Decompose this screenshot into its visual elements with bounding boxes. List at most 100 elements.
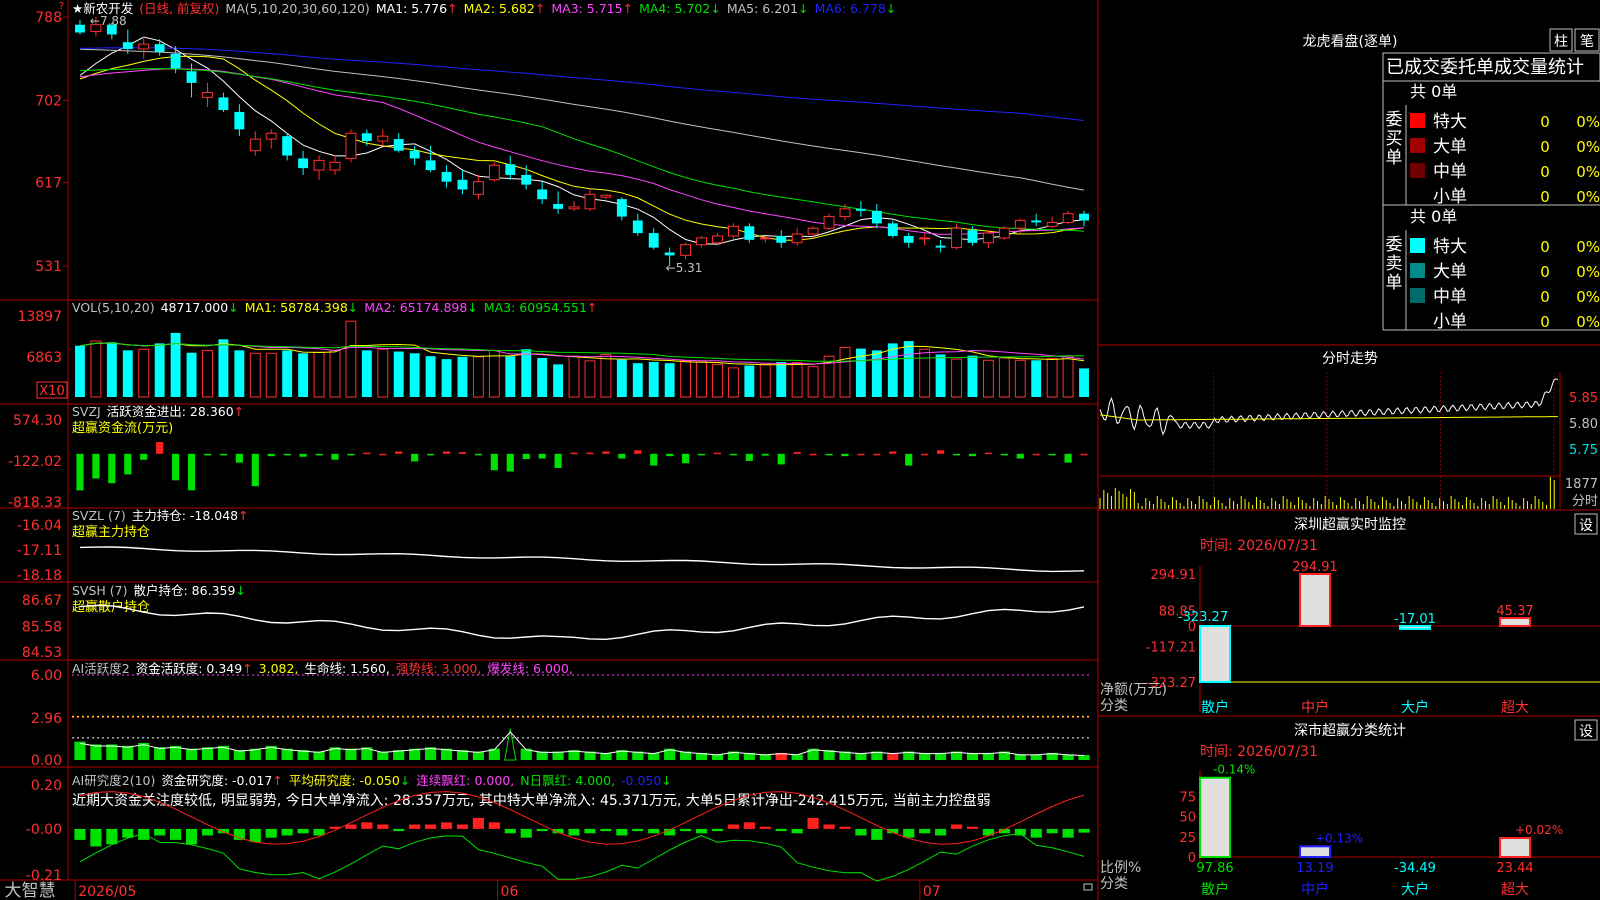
candle-down[interactable] bbox=[170, 53, 181, 69]
svzj-bar[interactable] bbox=[841, 453, 849, 457]
research-bar[interactable] bbox=[966, 826, 979, 829]
svzj-bar[interactable] bbox=[602, 451, 610, 454]
volume-bar-up[interactable] bbox=[345, 320, 357, 398]
research-bar[interactable] bbox=[217, 828, 229, 834]
svzj-bar[interactable] bbox=[76, 453, 84, 491]
volume-bar-up[interactable] bbox=[313, 351, 325, 398]
volume-bar-up[interactable] bbox=[265, 352, 277, 398]
volume-bar-up[interactable] bbox=[1046, 358, 1058, 398]
volume-bar-down[interactable] bbox=[776, 362, 787, 397]
research-bar[interactable] bbox=[935, 828, 947, 836]
volume-bar-down[interactable] bbox=[744, 365, 755, 397]
volume-bar-down[interactable] bbox=[664, 363, 675, 397]
volume-bar-up[interactable] bbox=[759, 363, 771, 398]
candle-down[interactable] bbox=[935, 245, 946, 248]
volume-bar-down[interactable] bbox=[154, 343, 165, 397]
candle-down[interactable] bbox=[75, 24, 85, 33]
candle-up[interactable] bbox=[313, 159, 325, 171]
candle-up[interactable] bbox=[568, 206, 580, 210]
volume-bar-up[interactable] bbox=[600, 353, 612, 398]
research-bar[interactable] bbox=[393, 828, 405, 832]
candle-down[interactable] bbox=[298, 158, 309, 169]
candle-up[interactable] bbox=[584, 193, 596, 210]
svzj-bar[interactable] bbox=[570, 452, 578, 455]
volume-bar-down[interactable] bbox=[409, 353, 420, 397]
candle-down[interactable] bbox=[457, 179, 468, 190]
volume-bar-down[interactable] bbox=[393, 351, 404, 397]
svzj-bar[interactable] bbox=[745, 453, 753, 461]
svzj-bar[interactable] bbox=[522, 453, 530, 460]
candle-down[interactable] bbox=[664, 252, 675, 256]
candle-up[interactable] bbox=[1014, 219, 1026, 229]
svzj-bar[interactable] bbox=[395, 451, 403, 454]
research-bar[interactable] bbox=[170, 828, 182, 840]
svzj-bar[interactable] bbox=[937, 450, 945, 454]
svzj-bar[interactable] bbox=[905, 453, 913, 466]
svzj-bar[interactable] bbox=[1016, 453, 1024, 459]
research-bar[interactable] bbox=[1030, 828, 1042, 838]
svzj-bar[interactable] bbox=[634, 450, 642, 454]
svzj-bar[interactable] bbox=[506, 453, 514, 472]
research-bar[interactable] bbox=[265, 828, 277, 838]
svzj-bar[interactable] bbox=[697, 453, 706, 456]
volume-bar-down[interactable] bbox=[75, 345, 85, 397]
candle-up[interactable] bbox=[727, 225, 739, 237]
candle-up[interactable] bbox=[265, 132, 277, 140]
research-bar[interactable] bbox=[568, 828, 580, 836]
candle-down[interactable] bbox=[505, 164, 516, 175]
volume-bar-down[interactable] bbox=[298, 353, 309, 397]
volume-bar-up[interactable] bbox=[727, 367, 739, 398]
svzj-bar[interactable] bbox=[251, 453, 259, 487]
candle-up[interactable] bbox=[1062, 213, 1074, 223]
research-bar[interactable] bbox=[919, 828, 931, 834]
candle-down[interactable] bbox=[282, 136, 293, 156]
activity-bar[interactable] bbox=[345, 748, 357, 760]
candle-down[interactable] bbox=[218, 97, 229, 111]
sz-class-bar[interactable] bbox=[1299, 845, 1331, 859]
candle-down[interactable] bbox=[903, 235, 914, 243]
sz-class-bar[interactable] bbox=[1499, 837, 1531, 859]
volume-bar-up[interactable] bbox=[90, 340, 102, 398]
research-bar[interactable] bbox=[249, 828, 261, 843]
volume-bar-down[interactable] bbox=[457, 356, 468, 397]
candle-up[interactable] bbox=[823, 216, 835, 229]
research-bar[interactable] bbox=[297, 828, 309, 834]
research-bar[interactable] bbox=[504, 828, 516, 834]
research-bar[interactable] bbox=[759, 826, 771, 829]
candle-up[interactable] bbox=[377, 135, 389, 142]
volume-bar-up[interactable] bbox=[377, 348, 389, 398]
research-bar[interactable] bbox=[74, 828, 86, 840]
activity-bar[interactable] bbox=[90, 744, 102, 760]
stock-chart-canvas[interactable]: 788702617531★新农开发 (日线, 前复权) MA(5,10,20,30,… bbox=[0, 0, 1600, 900]
svzj-bar[interactable] bbox=[442, 451, 451, 454]
candle-up[interactable] bbox=[712, 235, 723, 244]
research-bar[interactable] bbox=[903, 828, 915, 838]
volume-bar-down[interactable] bbox=[887, 343, 898, 397]
svzj-bar[interactable] bbox=[1032, 453, 1040, 456]
svzj-bar[interactable] bbox=[1080, 453, 1088, 456]
research-bar[interactable] bbox=[727, 824, 739, 829]
research-bar[interactable] bbox=[456, 824, 469, 829]
volume-bar-down[interactable] bbox=[186, 352, 197, 397]
svzj-bar[interactable] bbox=[729, 453, 737, 456]
svzj-bar[interactable] bbox=[203, 453, 212, 456]
volume-bar-up[interactable] bbox=[329, 349, 341, 398]
candle-down[interactable] bbox=[967, 230, 978, 243]
sz-monitor-bar[interactable] bbox=[1299, 573, 1331, 627]
svzj-bar[interactable] bbox=[586, 452, 594, 455]
candle-down[interactable] bbox=[1031, 220, 1042, 223]
research-bar[interactable] bbox=[90, 828, 102, 847]
research-bar[interactable] bbox=[584, 828, 596, 834]
research-bar[interactable] bbox=[425, 824, 437, 829]
volume-bar-down[interactable] bbox=[441, 359, 452, 397]
research-bar[interactable] bbox=[440, 822, 453, 829]
svzj-bar[interactable] bbox=[554, 453, 562, 468]
candle-down[interactable] bbox=[1079, 213, 1089, 221]
svzj-bar[interactable] bbox=[952, 453, 961, 456]
svzj-bar[interactable] bbox=[968, 453, 977, 457]
svzj-bar[interactable] bbox=[1064, 453, 1072, 463]
research-bar[interactable] bbox=[1078, 828, 1090, 833]
svzj-bar[interactable] bbox=[331, 453, 339, 460]
candle-up[interactable] bbox=[202, 92, 213, 98]
volume-bar-up[interactable] bbox=[951, 358, 962, 398]
